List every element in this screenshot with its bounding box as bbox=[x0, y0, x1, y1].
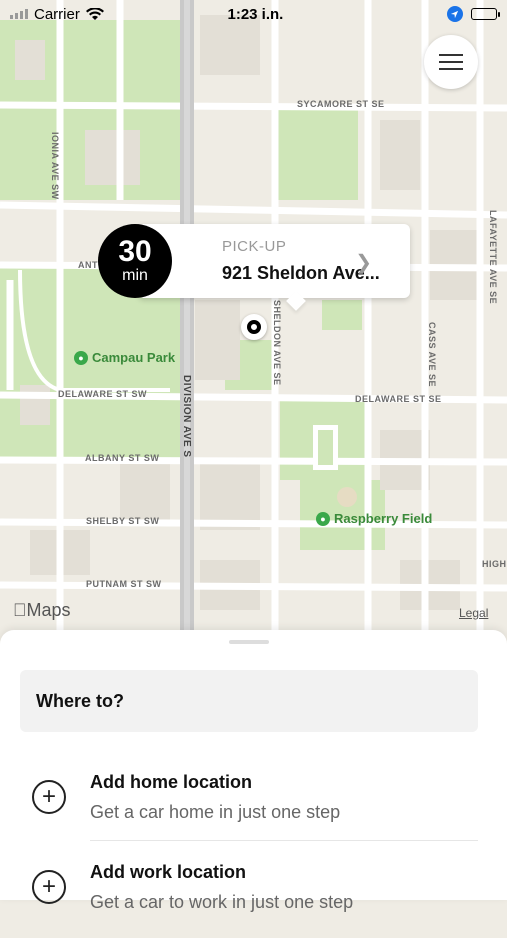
status-bar: Carrier 1:23 i.n. bbox=[0, 0, 507, 28]
battery-icon bbox=[470, 8, 500, 20]
park-campau[interactable]: ● Campau Park bbox=[74, 350, 175, 365]
street-label-delaware-se: DELAWARE ST SE bbox=[355, 394, 442, 404]
eta-unit: min bbox=[122, 267, 148, 284]
pickup-label: PICK-UP bbox=[222, 238, 287, 255]
apple-logo-icon:  bbox=[13, 600, 27, 620]
carrier-label: Carrier bbox=[34, 5, 80, 23]
street-label-cass: CASS AVE SE bbox=[427, 322, 437, 388]
hamburger-icon bbox=[439, 54, 463, 56]
pickup-card[interactable]: PICK-UP 921 Sheldon Ave... ❯ bbox=[138, 224, 410, 311]
add-home-title: Add home location bbox=[90, 772, 252, 792]
wifi-icon bbox=[85, 7, 104, 20]
street-label-division: DIVISION AVE S bbox=[181, 375, 192, 458]
maps-logo: Maps bbox=[13, 600, 71, 621]
add-work-title: Add work location bbox=[90, 862, 247, 882]
street-label-ionia: IONIA AVE SW bbox=[50, 132, 60, 200]
plus-circle-icon: + bbox=[32, 780, 66, 814]
park-campau-label: Campau Park bbox=[92, 350, 176, 365]
where-to-search[interactable]: Where to? bbox=[20, 670, 478, 732]
bottom-sheet: Where to? + Add home location Get a car … bbox=[0, 630, 507, 912]
location-arrow-icon bbox=[446, 6, 463, 22]
street-label-sycamore: SYCAMORE ST SE bbox=[297, 99, 385, 109]
park-icon: ● bbox=[316, 511, 330, 526]
eta-badge: 30 min bbox=[98, 224, 172, 298]
street-label-ant: ANT bbox=[78, 260, 98, 270]
add-home-subtitle: Get a car home in just one step bbox=[90, 802, 341, 822]
eta-value: 30 bbox=[118, 235, 152, 268]
street-label-putnam: PUTNAM ST SW bbox=[86, 579, 162, 589]
pickup-pin-icon[interactable] bbox=[241, 314, 267, 340]
plus-circle-icon: + bbox=[32, 870, 66, 904]
pickup-callout[interactable]: PICK-UP 921 Sheldon Ave... ❯ 30 min bbox=[98, 224, 410, 311]
street-label-albany: ALBANY ST SW bbox=[85, 453, 160, 463]
divider bbox=[90, 840, 478, 841]
street-label-high: HIGH bbox=[482, 559, 507, 569]
street-label-delaware-sw: DELAWARE ST SW bbox=[58, 389, 148, 399]
street-label-shelby: SHELBY ST SW bbox=[86, 516, 160, 526]
legal-link[interactable]: Legal bbox=[459, 606, 488, 620]
maps-logo-text: Maps bbox=[13, 600, 71, 620]
add-work-location[interactable]: + Add work location Get a car to work in… bbox=[0, 850, 507, 938]
status-time: 1:23 i.n. bbox=[227, 5, 284, 23]
park-raspberry[interactable]: ● Raspberry Field bbox=[316, 511, 432, 526]
park-icon: ● bbox=[74, 350, 88, 365]
street-label-lafayette: LAFAYETTE AVE SE bbox=[488, 210, 498, 305]
add-home-location[interactable]: + Add home location Get a car home in ju… bbox=[0, 760, 507, 848]
menu-button[interactable] bbox=[424, 35, 478, 89]
signal-icon bbox=[10, 9, 28, 19]
chevron-right-icon: ❯ bbox=[355, 252, 372, 274]
street-label-sheldon: SHELDON AVE SE bbox=[272, 300, 282, 386]
park-raspberry-label: Raspberry Field bbox=[334, 511, 433, 526]
where-to-label: Where to? bbox=[36, 690, 124, 711]
add-work-subtitle: Get a car to work in just one step bbox=[90, 892, 354, 912]
sheet-grabber[interactable] bbox=[229, 640, 269, 644]
